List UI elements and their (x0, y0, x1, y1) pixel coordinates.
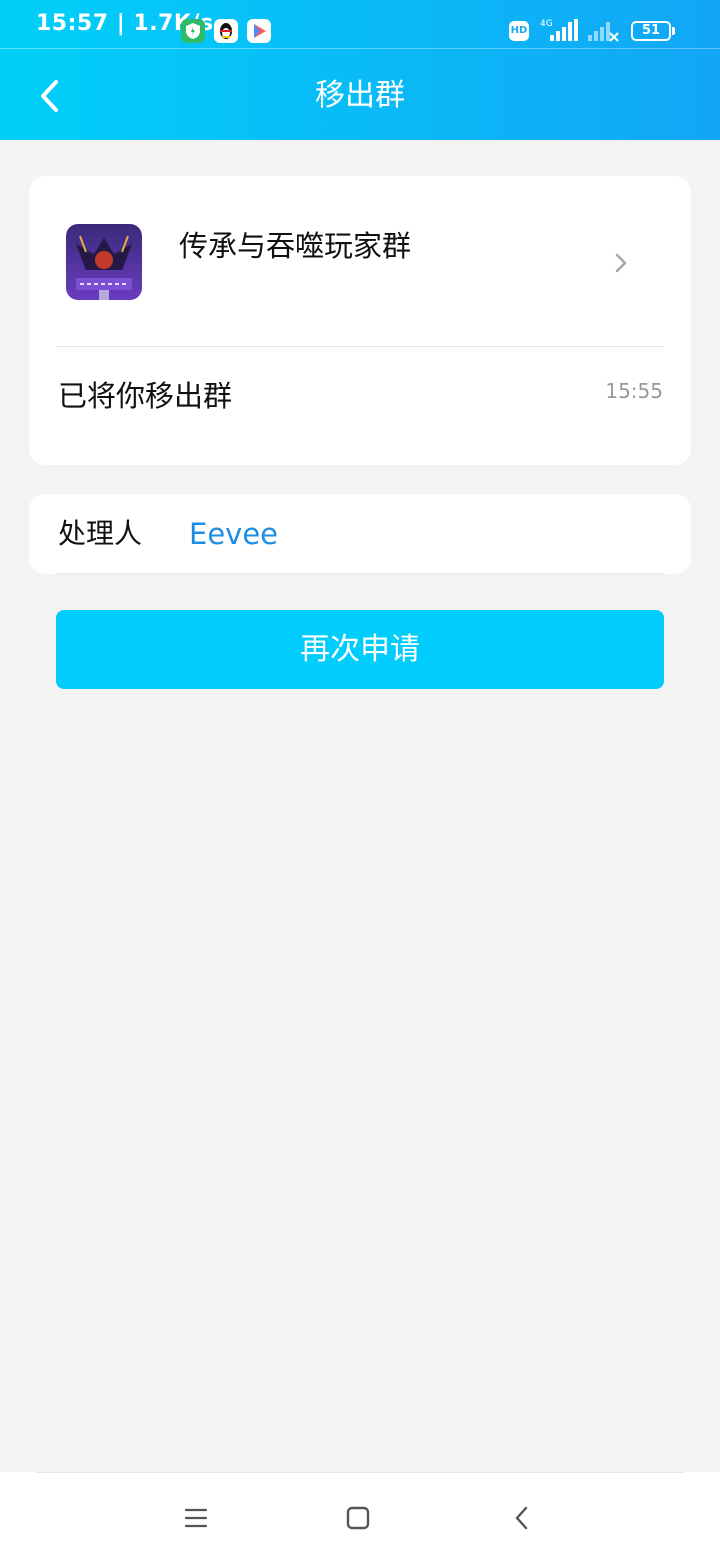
reapply-button[interactable]: 再次申请 (56, 610, 664, 689)
group-avatar-image (66, 224, 142, 300)
notice-timestamp: 15:55 (605, 379, 663, 403)
group-avatar[interactable] (66, 224, 142, 300)
handler-card: 处理人 Eevee (29, 494, 691, 574)
system-nav-bar (0, 1472, 720, 1560)
hd-voice-badge: HD (509, 21, 529, 41)
group-name[interactable]: 传承与吞噬玩家群 (179, 224, 411, 268)
removal-notice: 已将你移出群 (58, 379, 233, 413)
chevron-right-icon[interactable] (609, 250, 633, 276)
network-type-label: 4G (540, 19, 553, 29)
signal-icon: 4G (540, 19, 619, 42)
back-triangle-icon[interactable] (504, 1500, 540, 1536)
system-nav-divider (36, 1472, 684, 1473)
status-bar: 15:57 | 1.7K/s HD 4G 51 (0, 0, 720, 48)
battery-tip (672, 27, 675, 35)
menu-icon[interactable] (178, 1500, 214, 1536)
group-card: 传承与吞噬玩家群 已将你移出群 15:55 (29, 176, 691, 465)
handler-divider (56, 573, 664, 574)
battery-indicator: 51 (631, 21, 671, 41)
header: 15:57 | 1.7K/s HD 4G 51 移出群 (0, 0, 720, 140)
qq-penguin-icon (214, 19, 238, 43)
page-title: 移出群 (315, 78, 405, 113)
play-store-icon (247, 19, 271, 43)
card-divider (56, 346, 664, 347)
handler-name-link[interactable]: Eevee (189, 512, 278, 556)
status-divider (0, 48, 720, 49)
shield-icon (181, 19, 205, 43)
handler-label: 处理人 (58, 517, 143, 550)
home-square-icon[interactable] (340, 1500, 376, 1536)
